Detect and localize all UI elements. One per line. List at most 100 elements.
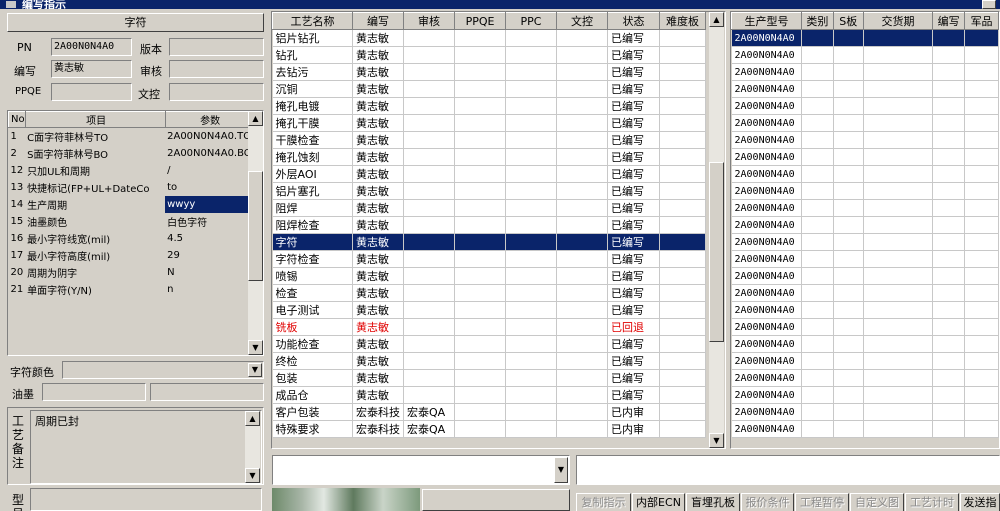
process-cell-status[interactable]: 已编写 (607, 199, 660, 217)
process-cell-author[interactable]: 黄志敏 (352, 250, 404, 268)
param-cell-item[interactable]: S面字符菲林号BO (25, 145, 165, 162)
scroll-up-icon[interactable]: ▲ (245, 411, 260, 426)
model-cell[interactable] (964, 114, 999, 132)
model-cell[interactable] (863, 29, 934, 47)
process-cell-author[interactable]: 黄志敏 (352, 97, 404, 115)
process-cell-status[interactable]: 已编写 (607, 63, 660, 81)
process-cell-review[interactable] (403, 182, 455, 200)
model-cell[interactable] (801, 131, 834, 149)
model-cell[interactable] (863, 233, 934, 251)
param-cell-value[interactable]: N (165, 264, 253, 281)
window-close-button[interactable] (982, 0, 996, 9)
model-cell[interactable] (863, 148, 934, 166)
process-cell-diff[interactable] (659, 318, 706, 336)
process-cell-diff[interactable] (659, 148, 706, 166)
process-cell-ppc[interactable] (505, 182, 557, 200)
model-cell[interactable] (964, 369, 999, 387)
table-row[interactable]: 2A00N0N4A0 (731, 369, 999, 387)
process-cell-author[interactable]: 黄志敏 (352, 114, 404, 132)
table-row[interactable]: 15 油墨颜色 白色字符 (9, 213, 254, 230)
table-row[interactable]: 2A00N0N4A0 (731, 335, 999, 353)
process-cell-ppqe[interactable] (454, 420, 506, 438)
process-cell-author[interactable]: 黄志敏 (352, 182, 404, 200)
process-cell-review[interactable] (403, 352, 455, 370)
model-cell-id[interactable]: 2A00N0N4A0 (731, 165, 802, 183)
model-cell[interactable] (932, 420, 966, 438)
model-cell[interactable] (801, 233, 834, 251)
ink-field-2[interactable] (150, 383, 264, 401)
process-cell-status[interactable]: 已编写 (607, 335, 660, 353)
process-cell-review[interactable] (403, 250, 455, 268)
model-cell[interactable] (833, 318, 864, 336)
process-cell-wk[interactable] (556, 165, 608, 183)
model-cell[interactable] (932, 352, 966, 370)
model-cell[interactable] (833, 250, 864, 268)
model-cell[interactable] (932, 403, 966, 421)
process-cell-ppqe[interactable] (454, 114, 506, 132)
model-cell[interactable] (932, 97, 966, 115)
table-row[interactable]: 2A00N0N4A0 (731, 182, 999, 200)
model-cell[interactable] (801, 369, 834, 387)
process-cell-status[interactable]: 已编写 (607, 233, 660, 251)
param-cell-value[interactable]: n (165, 281, 253, 298)
process-cell-name[interactable]: 沉铜 (272, 80, 353, 98)
process-cell-name[interactable]: 铝片钻孔 (272, 29, 353, 47)
process-cell-ppc[interactable] (505, 29, 557, 47)
table-row[interactable]: 2A00N0N4A0 (731, 267, 999, 285)
toolbar-button[interactable]: 自定义图 (850, 493, 904, 511)
process-cell-name[interactable]: 检查 (272, 284, 353, 302)
remark-memo[interactable]: 周期已封 (30, 410, 262, 484)
model-cell[interactable] (932, 250, 966, 268)
model-cell[interactable] (964, 420, 999, 438)
chevron-down-icon[interactable]: ▼ (554, 457, 568, 483)
process-cell-ppc[interactable] (505, 318, 557, 336)
model-cell[interactable] (801, 301, 834, 319)
process-cell-name[interactable]: 功能检查 (272, 335, 353, 353)
process-cell-name[interactable]: 阻焊检查 (272, 216, 353, 234)
model-cell-id[interactable]: 2A00N0N4A0 (731, 267, 802, 285)
col-header[interactable]: 工艺名称 (272, 12, 353, 30)
toolbar-button[interactable]: 报价条件 (741, 493, 794, 511)
process-cell-status[interactable]: 已编写 (607, 80, 660, 98)
param-cell-value[interactable]: 4.5 (165, 230, 253, 247)
model-cell[interactable] (801, 80, 834, 98)
model-cell[interactable] (801, 352, 834, 370)
process-cell-wk[interactable] (556, 63, 608, 81)
process-cell-review[interactable] (403, 318, 455, 336)
process-cell-ppqe[interactable] (454, 182, 506, 200)
scroll-up-icon[interactable]: ▲ (248, 111, 263, 126)
model-cell[interactable] (863, 199, 934, 217)
process-cell-wk[interactable] (556, 46, 608, 64)
process-cell-ppqe[interactable] (454, 284, 506, 302)
process-cell-ppc[interactable] (505, 233, 557, 251)
table-row[interactable]: 2A00N0N4A0 (731, 301, 999, 319)
model-cell[interactable] (801, 199, 834, 217)
param-cell-value[interactable]: 2A00N0N4A0.BO (165, 145, 253, 162)
col-header[interactable]: 类别 (800, 12, 834, 30)
process-cell-review[interactable] (403, 29, 455, 47)
model-cell[interactable] (964, 301, 999, 319)
model-cell[interactable] (833, 267, 864, 285)
process-cell-ppc[interactable] (505, 335, 557, 353)
process-cell-author[interactable]: 宏泰科技 (352, 420, 404, 438)
model-memo[interactable] (30, 488, 262, 511)
process-cell-review[interactable] (403, 165, 455, 183)
process-cell-author[interactable]: 黄志敏 (352, 165, 404, 183)
table-row[interactable]: 检查 黄志敏 已编写 (272, 284, 706, 302)
param-cell-value[interactable]: 29 (165, 247, 253, 264)
process-cell-review[interactable] (403, 199, 455, 217)
process-cell-wk[interactable] (556, 29, 608, 47)
process-cell-ppqe[interactable] (454, 318, 506, 336)
process-cell-status[interactable]: 已编写 (607, 131, 660, 149)
process-cell-wk[interactable] (556, 131, 608, 149)
process-cell-review[interactable]: 宏泰QA (403, 403, 455, 421)
param-cell-value[interactable]: 白色字符 (165, 213, 253, 230)
process-cell-wk[interactable] (556, 267, 608, 285)
table-row[interactable]: 包装 黄志敏 已编写 (272, 369, 706, 387)
model-cell[interactable] (964, 386, 999, 404)
process-cell-author[interactable]: 黄志敏 (352, 216, 404, 234)
model-cell-id[interactable]: 2A00N0N4A0 (731, 80, 802, 98)
process-cell-diff[interactable] (659, 182, 706, 200)
process-cell-status[interactable]: 已编写 (607, 301, 660, 319)
model-cell[interactable] (863, 80, 934, 98)
